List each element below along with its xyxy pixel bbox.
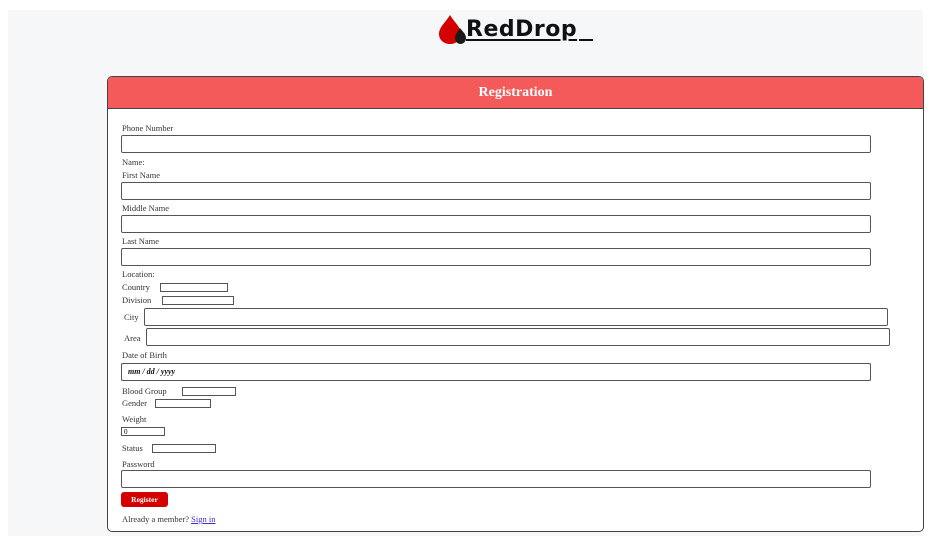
dob-label: Date of Birth xyxy=(122,350,167,360)
member-prompt: Already a member? Sign in xyxy=(122,514,215,524)
registration-card: Registration Phone Number Name: First Na… xyxy=(107,76,924,532)
form-title: Registration xyxy=(478,84,553,100)
member-text: Already a member? xyxy=(122,514,190,524)
status-label: Status xyxy=(122,443,143,453)
dob-placeholder: mm / dd / yyyy xyxy=(128,367,176,376)
weight-label: Weight xyxy=(122,414,147,424)
phone-input[interactable] xyxy=(121,135,871,153)
card-header: Registration xyxy=(108,77,923,109)
register-button[interactable]: Register xyxy=(121,492,168,507)
blood-group-label: Blood Group xyxy=(122,386,167,396)
area-label: Area xyxy=(124,333,141,343)
area-input[interactable] xyxy=(146,328,890,346)
division-select[interactable] xyxy=(162,296,234,305)
last-name-input[interactable] xyxy=(121,248,871,266)
name-section-label: Name: xyxy=(122,157,145,167)
password-label: Password xyxy=(122,459,155,469)
city-input[interactable] xyxy=(144,308,888,326)
blood-drop-icon xyxy=(436,12,476,46)
phone-label: Phone Number xyxy=(122,123,174,133)
first-name-label: First Name xyxy=(122,170,161,180)
division-label: Division xyxy=(122,295,152,305)
status-select[interactable] xyxy=(152,444,216,453)
brand-name: RedDrop xyxy=(466,16,578,42)
password-input[interactable] xyxy=(121,470,871,488)
country-label: Country xyxy=(122,282,150,292)
signin-link[interactable]: Sign in xyxy=(191,514,215,524)
middle-name-label: Middle Name xyxy=(122,203,169,213)
logo[interactable]: RedDrop xyxy=(436,12,594,46)
first-name-input[interactable] xyxy=(121,182,871,200)
last-name-label: Last Name xyxy=(122,236,160,246)
country-select[interactable] xyxy=(160,283,228,292)
dob-input[interactable]: mm / dd / yyyy xyxy=(121,363,871,381)
gender-label: Gender xyxy=(122,398,148,408)
gender-select[interactable] xyxy=(155,399,211,408)
middle-name-input[interactable] xyxy=(121,215,871,233)
location-section-label: Location: xyxy=(122,269,155,279)
city-label: City xyxy=(124,312,139,322)
blood-group-select[interactable] xyxy=(182,387,236,396)
weight-input[interactable] xyxy=(121,427,165,436)
logo-underline xyxy=(579,17,594,41)
